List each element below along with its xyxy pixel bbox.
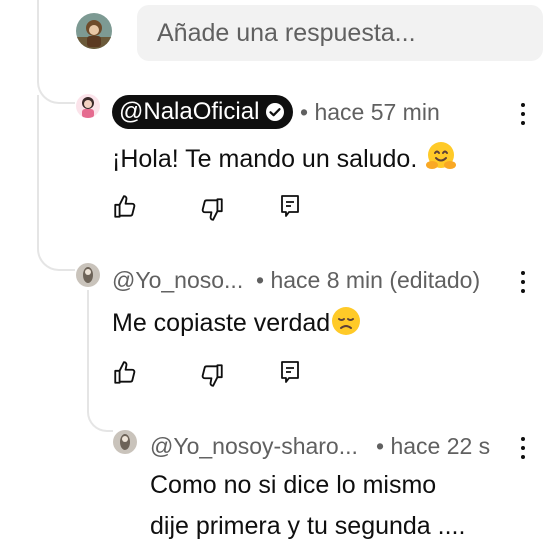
reply-button[interactable]: [275, 192, 305, 222]
like-button[interactable]: [110, 192, 140, 222]
more-vert-icon[interactable]: [516, 271, 530, 293]
like-button[interactable]: [110, 358, 140, 388]
reply-input-box[interactable]: [137, 5, 543, 61]
more-vert-icon[interactable]: [516, 437, 530, 459]
comment-text-line: dije primera y tu segunda ....: [150, 512, 466, 540]
avatar[interactable]: [76, 263, 100, 287]
more-vert-icon[interactable]: [516, 103, 530, 125]
dislike-button[interactable]: [197, 360, 227, 390]
comment-text: ¡Hola! Te mando un saludo.: [112, 139, 458, 180]
comment-author[interactable]: @Yo_noso...: [112, 267, 243, 294]
comment-text-line: Como no si dice lo mismo: [150, 471, 437, 499]
thread-line: [37, 95, 75, 271]
reply-button[interactable]: [275, 358, 305, 388]
thumbs-down-icon: [201, 198, 223, 221]
reply-input[interactable]: [137, 5, 543, 61]
hugging-face-icon: [424, 139, 458, 180]
avatar[interactable]: [76, 94, 100, 118]
comment-text: Me copiaste verdad: [112, 305, 362, 344]
creator-author-badge[interactable]: @NalaOficial: [112, 95, 294, 129]
thumbs-up-icon: [114, 361, 136, 384]
thread-line: [37, 0, 75, 104]
avatar[interactable]: [113, 430, 137, 454]
thumbs-up-icon: [114, 195, 136, 218]
dislike-button[interactable]: [197, 194, 227, 224]
comment-timestamp: • hace 57 min: [300, 99, 440, 125]
comment-timestamp: • hace 22 s: [376, 433, 491, 459]
reply-icon: [281, 361, 299, 383]
comment-author[interactable]: @Yo_nosoy-sharo...: [150, 433, 358, 460]
thumbs-down-icon: [201, 364, 223, 387]
comment-timestamp: • hace 8 min (editado): [256, 267, 481, 293]
disappointed-face-icon: [330, 305, 362, 344]
reply-icon: [281, 195, 299, 217]
verified-check-icon: [266, 103, 285, 121]
comment-author: @NalaOficial: [119, 98, 260, 125]
current-user-avatar: [76, 13, 112, 49]
